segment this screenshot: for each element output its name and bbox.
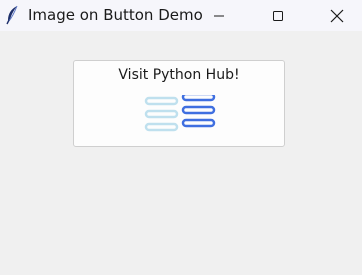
close-button[interactable] [314, 0, 360, 31]
window-title: Image on Button Demo [28, 6, 203, 24]
feather-icon [5, 5, 19, 25]
close-icon [330, 9, 344, 22]
minimize-button[interactable] [196, 0, 242, 31]
menu-lines-icon [143, 92, 217, 139]
title-bar[interactable]: Image on Button Demo [0, 0, 362, 31]
minimize-icon [214, 15, 224, 16]
app-window: Image on Button Demo Visit Python Hub! [0, 0, 362, 275]
window-content: Visit Python Hub! [0, 31, 362, 275]
visit-python-hub-button[interactable]: Visit Python Hub! [73, 60, 285, 147]
maximize-button[interactable] [255, 0, 301, 31]
maximize-icon [273, 10, 283, 21]
button-label: Visit Python Hub! [118, 67, 240, 83]
